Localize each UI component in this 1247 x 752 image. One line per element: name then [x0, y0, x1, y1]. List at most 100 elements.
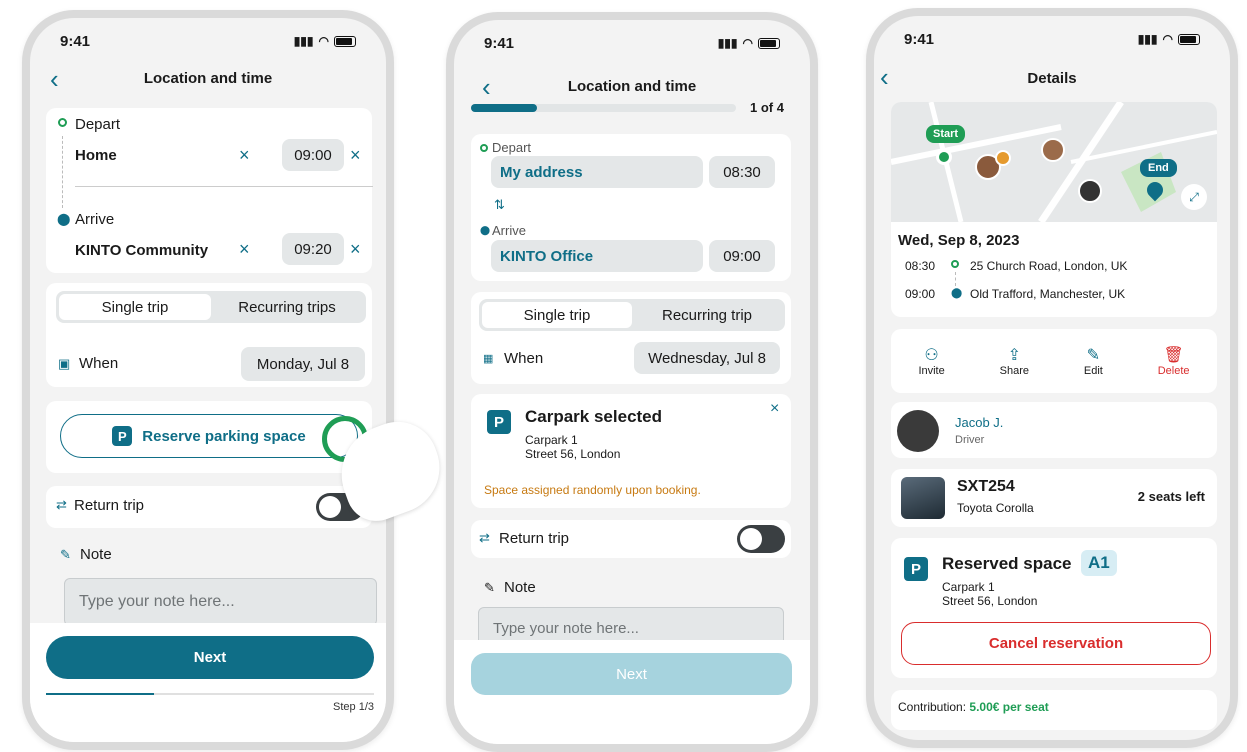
arrive-pin-icon: ⬤ [480, 225, 491, 235]
depart-dot-icon [480, 144, 488, 152]
trip-summary-card: Start End ⤢ Wed, Sep 8, 2023 08:30 25 Ch… [891, 102, 1217, 317]
action-bar: ⚇ Invite ⇪ Share ✎ Edit 🗑︎ Delete [891, 329, 1217, 393]
driver-role: Driver [955, 434, 985, 446]
delete-label: Delete [1157, 365, 1190, 377]
status-bar: 9:41 ▮▮▮ ◠ [60, 30, 356, 52]
when-date-picker[interactable]: Wednesday, Jul 8 [634, 342, 780, 374]
map-end-label: End [1140, 159, 1177, 177]
carpark-title: Carpark selected [525, 407, 663, 426]
battery-icon [758, 37, 780, 49]
step-label: Step 1/3 [333, 701, 374, 713]
add-user-icon: ⚇ [924, 347, 939, 364]
driver-card[interactable]: Jacob J. Driver [891, 402, 1217, 458]
carpark-card: P Carpark selected × Carpark 1 Street 56… [471, 394, 791, 508]
clear-depart-time-icon[interactable]: × [350, 145, 361, 166]
edit-label: Edit [1083, 365, 1103, 377]
delete-button[interactable]: 🗑︎ Delete [1158, 345, 1190, 377]
route-map[interactable]: Start End ⤢ [891, 102, 1217, 222]
return-trip-row: ⇄ Return trip [471, 520, 791, 558]
invite-label: Invite [918, 365, 945, 377]
pen-icon: ✎ [60, 547, 71, 562]
stop1-time: 08:30 [905, 259, 936, 273]
tab-recurring-trips[interactable]: Recurring trips [211, 294, 363, 320]
clear-arrive-time-icon[interactable]: × [350, 239, 361, 260]
avatar [1078, 179, 1102, 203]
calendar-icon: ▣ [58, 356, 71, 371]
next-button[interactable]: Next [471, 653, 792, 695]
step-progress-fill [46, 693, 155, 695]
cancel-reservation-button[interactable]: Cancel reservation [901, 622, 1211, 665]
edit-button[interactable]: ✎ Edit [1084, 345, 1103, 377]
arrive-label: Arrive [492, 223, 526, 238]
carpark-street: Street 56, London [942, 594, 1038, 608]
avatar [995, 150, 1011, 166]
trip-date: Wed, Sep 8, 2023 [898, 232, 1020, 249]
arrive-address-field[interactable]: KINTO Office [491, 240, 703, 272]
trip-type-card: Single trip Recurring trips ▣ When Monda… [46, 283, 372, 387]
reserve-parking-button[interactable]: P Reserve parking space [60, 414, 358, 458]
contribution-label: Contribution: [898, 700, 967, 714]
when-date-picker[interactable]: Monday, Jul 8 [241, 347, 365, 381]
phone-1: 9:41 ▮▮▮ ◠ ‹ Location and time Depart Hom… [22, 10, 394, 750]
close-icon[interactable]: × [770, 400, 779, 418]
arrive-value[interactable]: KINTO Community [75, 242, 208, 259]
tab-recurring-trip[interactable]: Recurring trip [632, 302, 782, 328]
route-connector [62, 136, 63, 208]
divider [75, 186, 373, 187]
return-trip-toggle[interactable] [737, 525, 785, 553]
clear-arrive-icon[interactable]: × [239, 239, 250, 260]
screen-location-time-2: 9:41 ▮▮▮ ◠ ‹ Location and time 1 of 4 Dep… [454, 20, 810, 744]
avatar [1041, 138, 1065, 162]
tab-single-trip[interactable]: Single trip [59, 294, 211, 320]
progress-track [471, 104, 736, 112]
note-label: Note [504, 579, 536, 596]
calendar-icon: ▦ [483, 353, 494, 365]
depart-label: Depart [492, 140, 532, 155]
signal-icon: ▮▮▮ [1137, 32, 1158, 46]
start-pin-icon [936, 149, 952, 165]
carpark-name: Carpark 1 [942, 580, 995, 594]
next-button[interactable]: Next [46, 636, 374, 679]
clear-depart-icon[interactable]: × [239, 145, 250, 166]
pen-icon: ✎ [484, 580, 495, 595]
return-trip-label: Return trip [74, 497, 145, 514]
stop2-address: Old Trafford, Manchester, UK [970, 287, 1126, 301]
wifi-icon: ◠ [1162, 32, 1173, 46]
when-label: When [79, 355, 119, 372]
reserve-parking-label: Reserve parking space [142, 427, 306, 445]
return-trip-row: ⇄ Return trip [46, 486, 372, 528]
arrive-time[interactable]: 09:20 [282, 233, 344, 265]
arrive-time[interactable]: 09:00 [709, 240, 775, 272]
battery-icon [334, 35, 356, 47]
when-label: When [504, 350, 544, 367]
swap-direction-icon[interactable]: ⇅ [494, 197, 505, 213]
depart-label: Depart [75, 116, 121, 133]
car-model: Toyota Corolla [957, 501, 1034, 515]
contribution-value: 5.00€ per seat [969, 700, 1049, 714]
bottom-bar: Next [454, 640, 810, 744]
reserved-space-card: P Reserved space A1 Carpark 1 Street 56,… [891, 538, 1217, 678]
expand-icon[interactable]: ⤢ [1181, 184, 1207, 210]
depart-address-field[interactable]: My address [491, 156, 703, 188]
share-icon: ⇪ [1007, 347, 1021, 364]
depart-time[interactable]: 09:00 [282, 139, 344, 171]
note-input[interactable]: Type your note here... [64, 578, 377, 626]
driver-name: Jacob J. [955, 415, 1004, 430]
route-card: Depart My address 08:30 ⇅ ⬤ Arrive KINTO… [471, 134, 791, 281]
share-button[interactable]: ⇪ Share [1000, 345, 1029, 377]
reserved-title: Reserved space [942, 554, 1072, 573]
depart-time[interactable]: 08:30 [709, 156, 775, 188]
tab-single-trip[interactable]: Single trip [482, 302, 632, 328]
depart-value[interactable]: Home [75, 147, 117, 164]
carpark-note: Space assigned randomly upon booking. [484, 483, 701, 497]
invite-button[interactable]: ⚇ Invite [918, 345, 944, 377]
map-start-label: Start [926, 125, 966, 143]
step-progress-track [46, 693, 374, 695]
status-time: 9:41 [904, 30, 935, 48]
reserved-spot-badge: A1 [1081, 550, 1117, 576]
return-trip-label: Return trip [499, 530, 570, 547]
trash-icon: 🗑︎ [1163, 347, 1184, 364]
trip-type-segmented: Single trip Recurring trips [56, 291, 366, 323]
contribution-row: Contribution: 5.00€ per seat [891, 690, 1217, 730]
battery-icon [1178, 33, 1200, 45]
